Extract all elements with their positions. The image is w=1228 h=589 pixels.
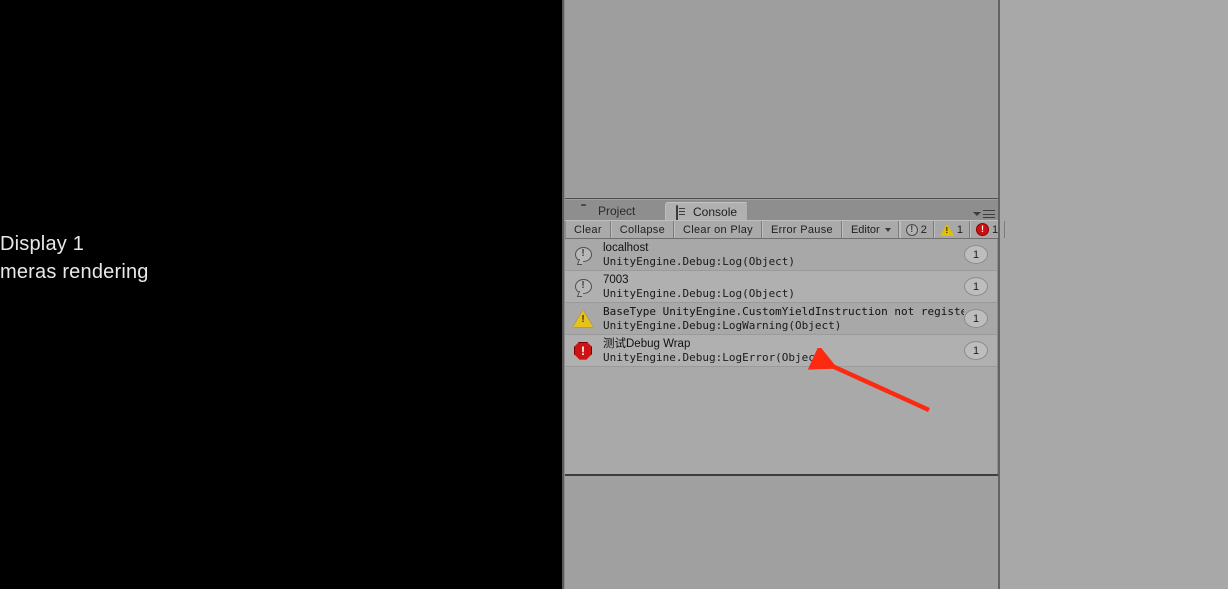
tab-console[interactable]: Console <box>665 202 749 221</box>
error-icon <box>975 223 989 236</box>
tab-console-label: Console <box>693 204 738 219</box>
dock-tab-strip: Project Console <box>565 200 999 221</box>
log-entry-text: localhost UnityEngine.Debug:Log(Object) <box>594 241 964 269</box>
no-cameras-rendering-label: meras rendering <box>0 261 149 283</box>
info-filter-toggle[interactable]: 2 <box>899 221 934 238</box>
log-count-badge: 1 <box>964 245 988 264</box>
tab-project[interactable]: Project <box>571 202 646 220</box>
document-icon <box>676 205 688 221</box>
log-message: 7003 <box>603 273 629 286</box>
screen-root: Display 1 meras rendering Project Consol… <box>0 0 1228 589</box>
console-dock: Project Console Clear Collapse Clear on … <box>565 200 1006 475</box>
info-icon <box>572 247 594 262</box>
hamburger-icon <box>983 210 995 218</box>
error-icon <box>572 341 594 360</box>
info-icon <box>572 279 594 294</box>
lower-dock-panel <box>565 476 999 589</box>
log-stack: UnityEngine.Debug:LogWarning(Object) <box>603 318 842 332</box>
table-row[interactable]: 7003 UnityEngine.Debug:Log(Object) 1 <box>565 271 998 303</box>
log-stack: UnityEngine.Debug:Log(Object) <box>603 286 796 300</box>
log-stack: UnityEngine.Debug:Log(Object) <box>603 254 796 268</box>
dock-right-edge <box>998 0 1000 589</box>
warning-filter-toggle[interactable]: 1 <box>933 221 970 238</box>
log-message: BaseType UnityEngine.CustomYieldInstruct… <box>603 304 964 318</box>
log-message: 测试Debug Wrap <box>603 337 691 350</box>
log-stack: UnityEngine.Debug:LogError(Object) <box>603 350 829 364</box>
info-icon <box>905 223 918 236</box>
table-row[interactable]: BaseType UnityEngine.CustomYieldInstruct… <box>565 303 998 335</box>
console-toolbar: Clear Collapse Clear on Play Error Pause… <box>565 220 1006 239</box>
warning-icon <box>572 310 594 327</box>
clear-on-play-button[interactable]: Clear on Play <box>674 221 762 238</box>
info-count: 2 <box>920 223 927 236</box>
editor-dropdown[interactable]: Editor <box>841 221 899 238</box>
error-pause-button[interactable]: Error Pause <box>761 221 842 238</box>
display-label: Display 1 <box>0 233 85 255</box>
log-count-badge: 1 <box>964 309 988 328</box>
upper-dock-panel-body <box>565 0 999 197</box>
log-entry-text: 测试Debug Wrap UnityEngine.Debug:LogError(… <box>594 337 964 365</box>
chevron-down-icon <box>884 227 891 232</box>
log-count-badge: 1 <box>964 277 988 296</box>
collapse-button[interactable]: Collapse <box>610 221 674 238</box>
panel-options-icon[interactable] <box>973 208 995 220</box>
clear-button[interactable]: Clear <box>565 221 611 238</box>
table-row[interactable]: 测试Debug Wrap UnityEngine.Debug:LogError(… <box>565 335 998 367</box>
game-view[interactable]: Display 1 meras rendering <box>0 0 562 589</box>
tab-project-label: Project <box>598 204 636 218</box>
editor-outer-background <box>1000 0 1228 589</box>
table-row[interactable]: localhost UnityEngine.Debug:Log(Object) … <box>565 239 998 271</box>
console-log-list[interactable]: localhost UnityEngine.Debug:Log(Object) … <box>565 239 999 474</box>
folder-icon <box>581 206 593 217</box>
log-count-badge: 1 <box>964 341 988 360</box>
upper-dock-panel <box>565 0 999 199</box>
warning-count: 1 <box>956 223 963 236</box>
log-entry-text: BaseType UnityEngine.CustomYieldInstruct… <box>594 305 964 333</box>
log-entry-text: 7003 UnityEngine.Debug:Log(Object) <box>594 273 964 301</box>
warning-icon <box>939 223 954 236</box>
editor-dropdown-label: Editor <box>850 223 880 236</box>
chevron-down-icon <box>973 212 981 216</box>
log-message: localhost <box>603 241 649 254</box>
